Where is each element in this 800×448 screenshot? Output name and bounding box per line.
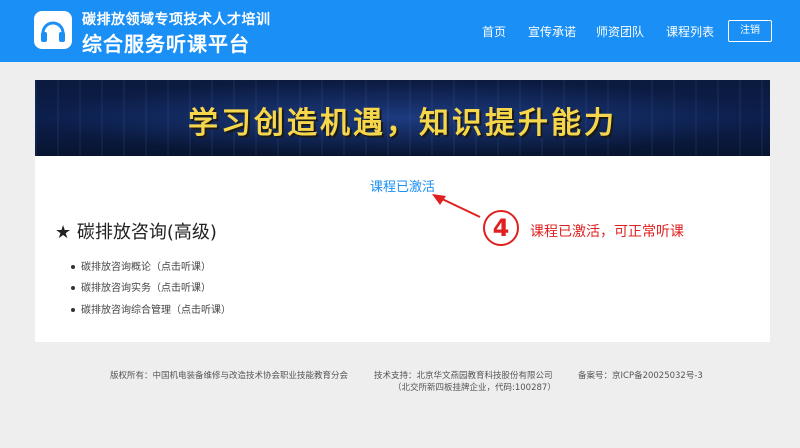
lesson-label[interactable]: 碳排放咨询概论（点击听课） <box>81 262 211 273</box>
brand-title: 综合服务听课平台 <box>82 32 250 56</box>
course-card: 学习创造机遇，知识提升能力 课程已激活 ★ 碳排放咨询(高级) 碳排放咨询概论（… <box>35 80 770 342</box>
nav-course-list[interactable]: 课程列表 <box>666 23 714 40</box>
lesson-item-overview[interactable]: 碳排放咨询概论（点击听课） <box>71 258 211 273</box>
nav-home[interactable]: 首页 <box>482 23 506 40</box>
footer-tech-support: 技术支持：北京华文燕园教育科技股份有限公司 <box>374 371 553 381</box>
banner: 学习创造机遇，知识提升能力 <box>35 80 770 156</box>
top-header: 碳排放领域专项技术人才培训 综合服务听课平台 首页 宣传承诺 师资团队 课程列表… <box>0 0 800 62</box>
annotation-text: 课程已激活，可正常听课 <box>530 224 684 240</box>
lesson-item-practice[interactable]: 碳排放咨询实务（点击听课） <box>71 279 211 294</box>
nav-promise[interactable]: 宣传承诺 <box>528 23 576 40</box>
headphones-icon <box>34 11 72 49</box>
footer-tech-support-note: （北交所新四板挂牌企业，代码:100287） <box>393 383 556 393</box>
lesson-item-management[interactable]: 碳排放咨询综合管理（点击听课） <box>71 301 231 316</box>
lesson-label[interactable]: 碳排放咨询实务（点击听课） <box>81 283 211 294</box>
course-activated-status[interactable]: 课程已激活 <box>370 176 435 195</box>
nav-teachers[interactable]: 师资团队 <box>596 23 644 40</box>
course-title: ★ 碳排放咨询(高级) <box>55 222 217 243</box>
footer-copyright: 版权所有：中国机电装备维修与改造技术协会职业技能教育分会 <box>110 371 349 381</box>
brand-subtitle: 碳排放领域专项技术人才培训 <box>82 12 271 28</box>
bullet-icon <box>71 265 75 269</box>
footer-icp: 备案号：京ICP备20025032号-3 <box>578 371 703 381</box>
bullet-icon <box>71 308 75 312</box>
banner-slogan: 学习创造机遇，知识提升能力 <box>188 106 617 141</box>
annotation-step-number: 4 <box>492 214 510 242</box>
lesson-label[interactable]: 碳排放咨询综合管理（点击听课） <box>81 305 231 316</box>
bullet-icon <box>71 286 75 290</box>
logout-button[interactable]: 注销 <box>728 20 772 42</box>
